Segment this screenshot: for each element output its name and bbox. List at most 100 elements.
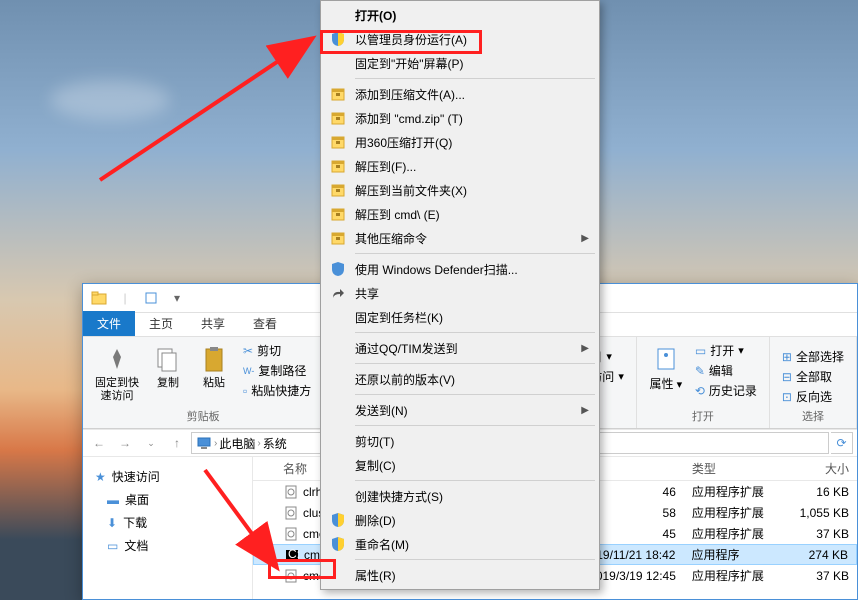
pasteshortcut-button[interactable]: ▫粘贴快捷方	[239, 381, 315, 400]
download-icon: ⬇	[107, 516, 117, 530]
menu-item[interactable]: 固定到"开始"屏幕(P)	[323, 51, 597, 75]
sidebar-quickaccess[interactable]: ★ 快速访问	[87, 465, 248, 488]
open-group-label: 打开	[645, 408, 761, 424]
menu-item[interactable]: 使用 Windows Defender扫描...	[323, 257, 597, 281]
recent-dropdown[interactable]: ⌄	[139, 431, 163, 455]
menu-separator	[355, 253, 595, 254]
qat-dropdown[interactable]: ▾	[165, 287, 189, 309]
document-icon: ▭	[107, 539, 118, 553]
menu-item[interactable]: 通过QQ/TIM发送到▶	[323, 336, 597, 360]
tab-view[interactable]: 查看	[239, 311, 291, 336]
tab-home[interactable]: 主页	[135, 311, 187, 336]
properties-button[interactable]: 属性 ▾	[645, 341, 687, 394]
menu-item-label: 重命名(M)	[355, 536, 409, 553]
file-size: 16 KB	[784, 485, 857, 499]
copypath-button[interactable]: W-复制路径	[239, 361, 315, 380]
history-button[interactable]: ⟲历史记录	[691, 381, 761, 400]
menu-item-label: 解压到当前文件夹(X)	[355, 182, 467, 199]
selectnone-button[interactable]: ⊟全部取	[778, 367, 848, 386]
menu-item-label: 解压到(F)...	[355, 158, 416, 175]
star-icon: ★	[95, 470, 106, 484]
menu-item[interactable]: 还原以前的版本(V)	[323, 367, 597, 391]
sidebar-desktop[interactable]: ▬ 桌面	[87, 488, 248, 511]
menu-separator	[355, 559, 595, 560]
file-type: 应用程序	[683, 546, 783, 563]
menu-item[interactable]: 解压到当前文件夹(X)	[323, 178, 597, 202]
file-size: 1,055 KB	[784, 506, 857, 520]
menu-item[interactable]: 添加到 "cmd.zip" (T)	[323, 106, 597, 130]
menu-separator	[355, 363, 595, 364]
menu-item[interactable]: 发送到(N) ▶	[323, 398, 597, 422]
menu-separator	[355, 394, 595, 395]
desktop-icon: ▬	[107, 493, 119, 507]
menu-item[interactable]: 属性(R)	[323, 563, 597, 587]
menu-separator	[355, 425, 595, 426]
menu-item-label: 其他压缩命令	[355, 230, 427, 247]
file-size: 274 KB	[783, 548, 856, 562]
menu-item[interactable]: 共享	[323, 281, 597, 305]
selectall-button[interactable]: ⊞全部选择	[778, 347, 848, 366]
menu-separator	[355, 480, 595, 481]
menu-item[interactable]: 其他压缩命令▶	[323, 226, 597, 250]
cut-button[interactable]: ✂剪切	[239, 341, 315, 360]
col-size[interactable]: 大小	[784, 460, 857, 477]
chevron-right-icon[interactable]: ›	[214, 438, 217, 449]
submenu-arrow-icon: ▶	[581, 405, 589, 416]
menu-item-label: 创建快捷方式(S)	[355, 488, 443, 505]
file-size: 37 KB	[784, 569, 857, 583]
sidebar-documents[interactable]: ▭ 文档	[87, 534, 248, 557]
up-button[interactable]: ↑	[165, 431, 189, 455]
file-size: 37 KB	[784, 527, 857, 541]
qat-item[interactable]	[139, 287, 163, 309]
archive-icon	[329, 181, 347, 199]
shield-icon	[329, 535, 347, 553]
menu-item-label: 发送到(N)	[355, 402, 408, 419]
menu-item-label: 使用 Windows Defender扫描...	[355, 261, 518, 278]
refresh-button[interactable]: ⟳	[831, 432, 853, 454]
menu-item-label: 以管理员身份运行(A)	[355, 31, 467, 48]
invertsel-button[interactable]: ⊡反向选	[778, 387, 848, 406]
menu-item-label: 添加到 "cmd.zip" (T)	[355, 110, 463, 127]
menu-item[interactable]: 创建快捷方式(S)	[323, 484, 597, 508]
pin-quickaccess-button[interactable]: 固定到快 速访问	[91, 341, 143, 405]
menu-item[interactable]: 解压到(F)...	[323, 154, 597, 178]
cloud-decoration	[50, 80, 170, 120]
menu-item[interactable]: 固定到任务栏(K)	[323, 305, 597, 329]
tab-file[interactable]: 文件	[83, 311, 135, 336]
menu-item[interactable]: 删除(D)	[323, 508, 597, 532]
menu-separator	[355, 332, 595, 333]
menu-item[interactable]: 以管理员身份运行(A)	[323, 27, 597, 51]
submenu-arrow-icon: ▶	[581, 343, 589, 354]
col-type[interactable]: 类型	[684, 460, 784, 477]
menu-item[interactable]: 剪切(T)	[323, 429, 597, 453]
menu-item[interactable]: 添加到压缩文件(A)...	[323, 82, 597, 106]
file-icon: C:\	[284, 547, 300, 563]
menu-item[interactable]: 重命名(M)	[323, 532, 597, 556]
edit-button[interactable]: ✎编辑	[691, 361, 761, 380]
menu-item[interactable]: 打开(O)	[323, 3, 597, 27]
menu-item[interactable]: 用360压缩打开(Q)	[323, 130, 597, 154]
file-icon	[283, 568, 299, 584]
file-type: 应用程序扩展	[684, 525, 784, 542]
menu-separator	[355, 78, 595, 79]
open-button[interactable]: ▭打开 ▾	[691, 341, 761, 360]
menu-item-label: 固定到任务栏(K)	[355, 309, 443, 326]
archive-icon	[329, 229, 347, 247]
chevron-right-icon[interactable]: ›	[257, 438, 260, 449]
back-button[interactable]: ←	[87, 431, 111, 455]
menu-item-label: 解压到 cmd\ (E)	[355, 206, 440, 223]
paste-button[interactable]: 粘贴	[193, 341, 235, 392]
menu-item[interactable]: 解压到 cmd\ (E)	[323, 202, 597, 226]
bc-sys[interactable]: 系统	[263, 435, 287, 452]
bc-thispc[interactable]: 此电脑	[219, 435, 255, 452]
tab-share[interactable]: 共享	[187, 311, 239, 336]
file-type: 应用程序扩展	[684, 504, 784, 521]
context-menu: 打开(O) 以管理员身份运行(A) 固定到"开始"屏幕(P) 添加到压缩文件(A)..…	[320, 0, 600, 590]
sidebar-downloads[interactable]: ⬇ 下载	[87, 511, 248, 534]
forward-button[interactable]: →	[113, 431, 137, 455]
menu-item[interactable]: 复制(C)	[323, 453, 597, 477]
archive-icon	[329, 157, 347, 175]
ribbon-group-select: ⊞全部选择 ⊟全部取 ⊡反向选 选择	[770, 337, 857, 428]
copy-button[interactable]: 复制	[147, 341, 189, 392]
shield-icon	[329, 511, 347, 529]
